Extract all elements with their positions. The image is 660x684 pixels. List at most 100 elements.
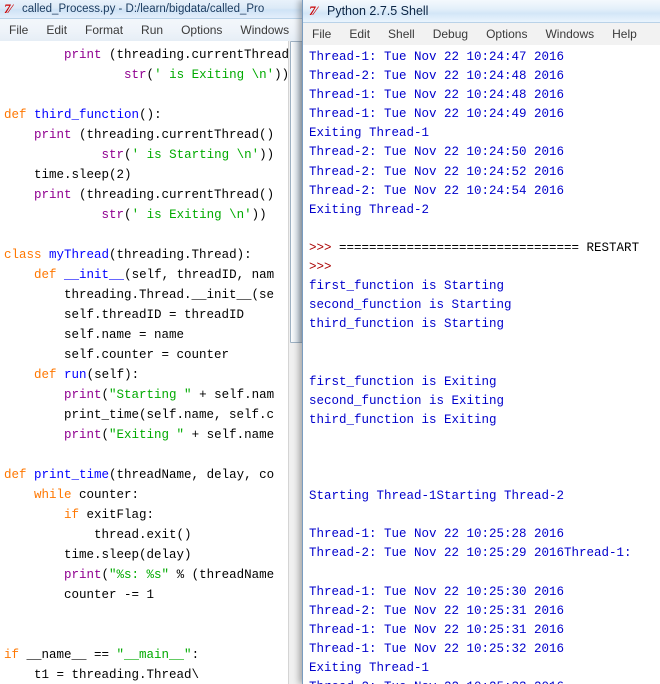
token: ' is Starting \n' [131,148,260,162]
code-line: if exitFlag: [4,505,302,525]
code-line: def print_time(threadName, delay, co [4,465,302,485]
token: Thread-2: Tue Nov 22 10:24:48 2016 [309,69,565,84]
shell-line: Thread-1: Tue Nov 22 10:25:30 2016 [309,583,660,602]
code-line: print (threading.currentThread() [4,125,302,145]
token: def [34,368,57,382]
shell-line: first_function is Exiting [309,373,660,392]
token: >>> [309,260,340,275]
python-icon [309,3,323,19]
code-line: t1 = threading.Thread\ [4,665,302,684]
shell-title-text: Python 2.7.5 Shell [327,4,429,18]
code-line: print (threading.currentThread() [4,45,302,65]
shell-menu-item-shell[interactable]: Shell [379,24,424,44]
shell-line: Thread-2: Tue Nov 22 10:24:50 2016 [309,143,660,162]
token: print [64,388,102,402]
token: def [34,268,57,282]
shell-output-text[interactable]: Thread-1: Tue Nov 22 10:24:47 2016 Thread… [303,45,660,684]
shell-line: third_function is Exiting [309,411,660,430]
token: str [101,208,125,222]
shell-menu-item-windows[interactable]: Windows [536,24,603,44]
code-line: print_time(self.name, self.c [4,405,302,425]
token: second_function is Starting [309,298,512,313]
code-line: str(' is Exiting \n')) [4,205,302,225]
token: Thread-2: Tue Nov 22 10:25:31 2016 [309,603,565,618]
code-line: self.name = name [4,325,302,345]
shell-line: first_function is Starting [309,277,660,296]
token: ( [101,568,110,582]
code-line: self.counter = counter [4,345,302,365]
editor-menubar[interactable]: File Edit Format Run Options Windows [0,19,302,42]
token: "%s: %s" [109,568,170,582]
shell-line: Exiting Thread-1 [309,124,660,143]
editor-source-code[interactable]: print (threading.currentThread() str(' i… [0,41,302,684]
token: __init__ [64,268,125,282]
token: )) [251,208,267,222]
token: myThread [49,248,110,262]
token: (threading.Thread): [109,248,252,262]
token: Exiting Thread-1 [309,661,430,675]
token: threading.Thread.__init__(se [4,288,275,302]
editor-text-area[interactable]: print (threading.currentThread() str(' i… [0,41,302,684]
token: class [4,248,42,262]
editor-menu-item-file[interactable]: File [0,20,37,40]
editor-menu-item-run[interactable]: Run [132,20,172,40]
shell-titlebar[interactable]: Python 2.7.5 Shell [303,0,660,23]
code-line: time.sleep(delay) [4,545,302,565]
shell-menu-item-debug[interactable]: Debug [424,24,477,44]
token: ( [101,388,110,402]
token: print_time(self.name, self.c [4,408,275,422]
shell-line: Thread-2: Tue Nov 22 10:25:31 2016 [309,602,660,621]
token: Thread-1: Tue Nov 22 10:25:32 2016 [309,641,565,656]
editor-menu-item-edit[interactable]: Edit [37,20,76,40]
editor-scrollbar-thumb[interactable] [290,41,302,343]
token: Starting Thread-1Starting Thread-2 [309,489,565,504]
python-shell-window[interactable]: Python 2.7.5 Shell FileEditShellDebugOpt… [302,0,660,684]
editor-vertical-scrollbar[interactable] [288,41,302,684]
code-line: self.threadID = threadID [4,305,302,325]
shell-line: Thread-1: Tue Nov 22 10:25:31 2016 [309,621,660,640]
token: Thread-2: Tue Nov 22 10:25:33 2016 [309,680,564,684]
shell-menu-item-help[interactable]: Help [603,24,646,44]
token: )) [274,68,290,82]
token: print [64,48,102,62]
token: __name__ == [19,648,117,662]
code-line: threading.Thread.__init__(se [4,285,302,305]
shell-menu-item-file[interactable]: File [303,24,340,44]
code-line: def run(self): [4,365,302,385]
shell-menu-item-edit[interactable]: Edit [340,24,379,44]
editor-menu-item-windows[interactable]: Windows [231,20,298,40]
token: if [64,508,80,522]
editor-menu-item-format[interactable]: Format [76,20,132,40]
token: third_function is Starting [309,317,505,332]
token: + self.nam [191,388,275,402]
shell-menubar[interactable]: File Edit Shell Debug Options Windows Help [303,23,660,46]
shell-output-area[interactable]: Thread-1: Tue Nov 22 10:24:47 2016 Thread… [303,45,660,684]
token: print_time [34,468,110,482]
token: def [4,108,27,122]
code-line: print("%s: %s" % (threadName [4,565,302,585]
code-line: thread.exit() [4,525,302,545]
code-line: def __init__(self, threadID, nam [4,265,302,285]
token: run [64,368,87,382]
token: (threading.currentThread() [71,188,275,202]
shell-menu-item-options[interactable]: Options [477,24,536,44]
token: while [34,488,72,502]
editor-titlebar[interactable]: called_Process.py - D:/learn/bigdata/cal… [0,0,302,19]
token: % (threadName [169,568,275,582]
code-line: time.sleep(2) [4,165,302,185]
token: third_function [34,108,140,122]
editor-menu-item-options[interactable]: Options [172,20,231,40]
editor-window[interactable]: called_Process.py - D:/learn/bigdata/cal… [0,0,302,684]
